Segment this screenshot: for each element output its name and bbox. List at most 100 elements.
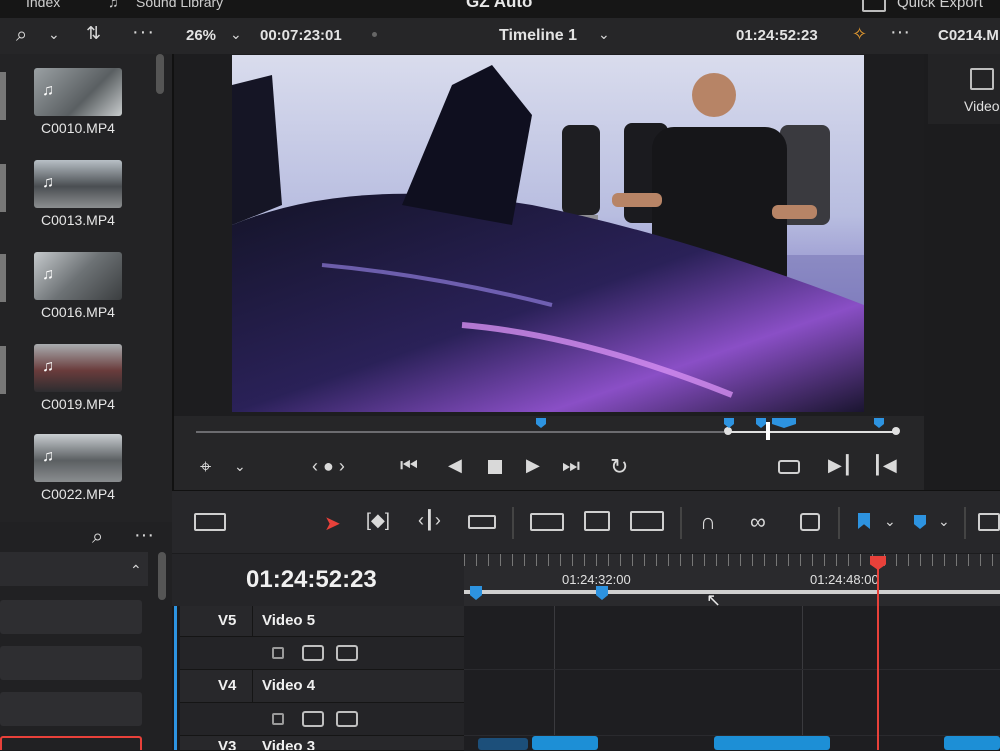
selected-list-row[interactable] [0, 736, 142, 750]
more-options-icon[interactable]: ··· [132, 21, 155, 44]
chevron-down-icon[interactable]: ⌄ [884, 513, 896, 530]
track-header-v5[interactable]: V5 Video 5 [180, 606, 464, 637]
range-start-handle[interactable] [724, 427, 732, 435]
media-clip[interactable]: ♫ C0016.MP4 [26, 252, 136, 320]
marker-cluster-icon[interactable] [772, 418, 796, 428]
index-tab[interactable]: Index [26, 0, 60, 10]
insert-clip-icon[interactable] [530, 513, 564, 531]
media-clip[interactable]: ♫ C0013.MP4 [26, 160, 136, 228]
go-to-end-icon[interactable]: ⏭ [562, 455, 580, 478]
list-row[interactable] [0, 600, 142, 634]
panel-scrollbar[interactable] [158, 552, 166, 600]
timeline-name[interactable]: Timeline 1 [499, 27, 577, 45]
enable-track-icon[interactable] [336, 645, 358, 661]
zoom-level[interactable]: 26% [186, 27, 216, 44]
trim-tool-icon[interactable]: [◆] [366, 510, 390, 531]
enable-track-icon[interactable] [336, 711, 358, 727]
in-out-range-bar[interactable] [464, 590, 1000, 594]
track-header-v3[interactable]: V3 Video 3 [180, 736, 464, 751]
replace-clip-icon[interactable] [630, 511, 664, 531]
sort-icon[interactable]: ⇅ [86, 23, 101, 44]
scrubber-track[interactable] [196, 431, 724, 433]
list-row[interactable] [0, 552, 148, 586]
scrubber-playhead[interactable] [766, 422, 770, 440]
selection-tool-icon[interactable]: ➤ [324, 511, 341, 536]
track-controls-v5 [180, 637, 464, 670]
grid-line [554, 606, 555, 750]
chevron-down-icon[interactable]: ⌄ [234, 458, 246, 475]
search-icon[interactable]: ⌕ [92, 526, 103, 549]
list-row[interactable] [0, 692, 142, 726]
position-lock-icon[interactable] [800, 513, 820, 531]
marker-icon[interactable] [756, 418, 766, 428]
timeline-clip[interactable] [944, 736, 1000, 750]
chevron-down-icon[interactable]: ⌄ [938, 513, 950, 530]
color-wheel-icon[interactable]: ✧ [852, 24, 867, 45]
linked-selection-icon[interactable]: ∞ [750, 509, 766, 535]
clip-thumbnail: ♫ [34, 160, 122, 208]
more-options-icon[interactable]: ··· [134, 524, 154, 547]
timeline-marker-icon[interactable] [596, 586, 608, 600]
safe-area-icon[interactable]: ⌖ [200, 456, 211, 479]
clip-thumbnail: ♫ [34, 252, 122, 300]
chevron-up-icon[interactable]: ⌃ [130, 562, 142, 579]
jog-control-icon[interactable]: ‹ ● › [312, 456, 345, 477]
dynamic-trim-icon[interactable]: ‹┃› [418, 510, 441, 531]
flag-icon[interactable] [858, 513, 870, 529]
lock-icon[interactable] [272, 713, 284, 725]
timeline-marker-icon[interactable] [470, 586, 482, 600]
quick-export-button[interactable]: Quick Export [897, 0, 983, 11]
track-id: V3 [218, 738, 237, 751]
auto-select-icon[interactable] [302, 711, 324, 727]
track-header-v4[interactable]: V4 Video 4 [180, 670, 464, 703]
title-bar: Index ♫ Sound Library GZ Auto Quick Expo… [0, 0, 1000, 18]
source-timecode: 00:07:23:01 [260, 27, 342, 44]
stop-icon[interactable] [488, 460, 502, 474]
blade-tool-icon[interactable] [468, 515, 496, 529]
marker-icon[interactable] [536, 418, 546, 428]
play-reverse-icon[interactable]: ◀ [448, 455, 462, 476]
marker-icon[interactable] [874, 418, 884, 428]
snapping-icon[interactable]: ∩ [700, 509, 716, 535]
range-end-handle[interactable] [892, 427, 900, 435]
zoom-icon[interactable] [978, 513, 1000, 531]
timeline-chevron-icon[interactable]: ⌄ [598, 26, 610, 43]
export-icon[interactable] [862, 0, 886, 12]
list-row[interactable] [0, 646, 142, 680]
inspector-clip-name: C0214.M [938, 27, 999, 44]
mark-out-icon[interactable]: ┃◀ [872, 455, 897, 476]
clip-name: C0010.MP4 [41, 120, 115, 136]
timeline-clip[interactable] [478, 738, 528, 750]
overwrite-clip-icon[interactable] [584, 511, 610, 531]
inspector-video-tab[interactable]: Video [964, 98, 1000, 114]
timeline-clip[interactable] [714, 736, 830, 750]
media-pool-scrollbar[interactable] [156, 54, 164, 94]
viewer-options-icon[interactable]: ··· [890, 21, 910, 44]
timeline-clip[interactable] [532, 736, 598, 750]
scrubber-range[interactable] [727, 431, 895, 433]
video-frame[interactable] [232, 55, 864, 412]
sound-library-tab[interactable]: Sound Library [136, 0, 223, 10]
media-clip[interactable]: ♫ C0019.MP4 [26, 344, 136, 412]
media-clip[interactable]: ♫ C0010.MP4 [26, 68, 136, 136]
audio-icon: ♫ [42, 266, 54, 283]
clip-name: C0022.MP4 [41, 486, 115, 502]
timeline-tracks[interactable] [464, 606, 1000, 750]
search-icon[interactable]: ⌕ [16, 24, 27, 47]
media-clip[interactable]: ♫ C0022.MP4 [26, 434, 136, 502]
match-frame-icon[interactable] [778, 460, 800, 474]
partial-thumbnail [0, 164, 6, 212]
zoom-chevron-icon[interactable]: ⌄ [230, 26, 242, 43]
auto-select-icon[interactable] [302, 645, 324, 661]
timeline-ruler[interactable]: 01:24:32:00 01:24:48:00 ↖ [464, 554, 1000, 610]
chevron-down-icon[interactable]: ⌄ [48, 26, 60, 43]
playhead-line[interactable] [877, 566, 879, 750]
play-icon[interactable]: ▶ [526, 455, 540, 476]
mark-in-icon[interactable]: ▶┃ [828, 455, 853, 476]
marker-icon[interactable] [914, 515, 926, 529]
lock-icon[interactable] [272, 647, 284, 659]
go-to-start-icon[interactable]: ⏮ [400, 455, 418, 478]
loop-icon[interactable]: ↻ [610, 454, 628, 480]
timeline-view-options-icon[interactable] [194, 513, 226, 531]
video-inspector-icon[interactable] [970, 68, 994, 90]
